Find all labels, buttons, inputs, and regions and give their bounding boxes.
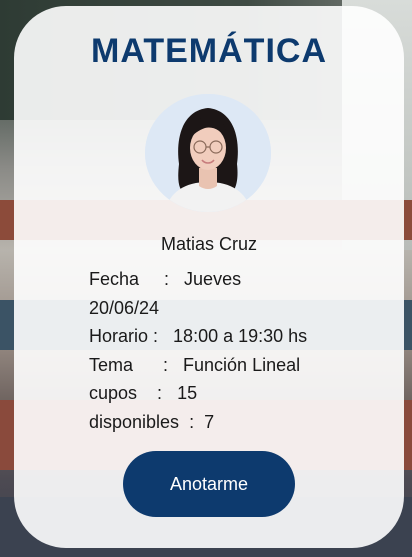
tema-label: Tema (89, 354, 134, 375)
anotarme-button[interactable]: Anotarme (123, 451, 295, 517)
horario-value: 18:00 a 19:30 hs (173, 326, 308, 347)
disponibles-label: disponibles (89, 411, 180, 432)
tema-value: Función Lineal (183, 354, 301, 375)
fecha-value: Jueves (184, 269, 242, 289)
teacher-name: Matias Cruz (160, 234, 258, 254)
tema-separator: : (133, 354, 184, 375)
horario-separator: : (148, 326, 174, 347)
cupos-label: cupos (89, 383, 138, 404)
cupos-row: cupos : 15 (89, 379, 389, 408)
fecha-label: Fecha (89, 269, 140, 289)
disponibles-row: disponibles : 7 (89, 408, 389, 437)
fecha-row: Fecha : Jueves (89, 265, 389, 294)
disponibles-value: 7 (204, 411, 215, 432)
class-card: MATEMÁTICA Matias Cruz Fecha : Jueves 20… (14, 6, 404, 548)
disponibles-separator: : (179, 411, 205, 432)
person-photo-icon (145, 94, 271, 212)
cupos-separator: : (137, 383, 178, 404)
subject-title: MATEMÁTICA (91, 32, 327, 70)
fecha-date-row: 20/06/24 (89, 294, 389, 323)
teacher-avatar (145, 94, 271, 212)
class-info: Fecha : Jueves 20/06/24 Horario : 18:00 … (89, 265, 389, 437)
fecha-date: 20/06/24 (89, 297, 160, 318)
horario-row: Horario : 18:00 a 19:30 hs (89, 322, 389, 351)
tema-row: Tema : Función Lineal (89, 351, 389, 380)
fecha-separator: : (139, 269, 185, 289)
cupos-value: 15 (177, 383, 198, 404)
horario-label: Horario (89, 326, 149, 347)
